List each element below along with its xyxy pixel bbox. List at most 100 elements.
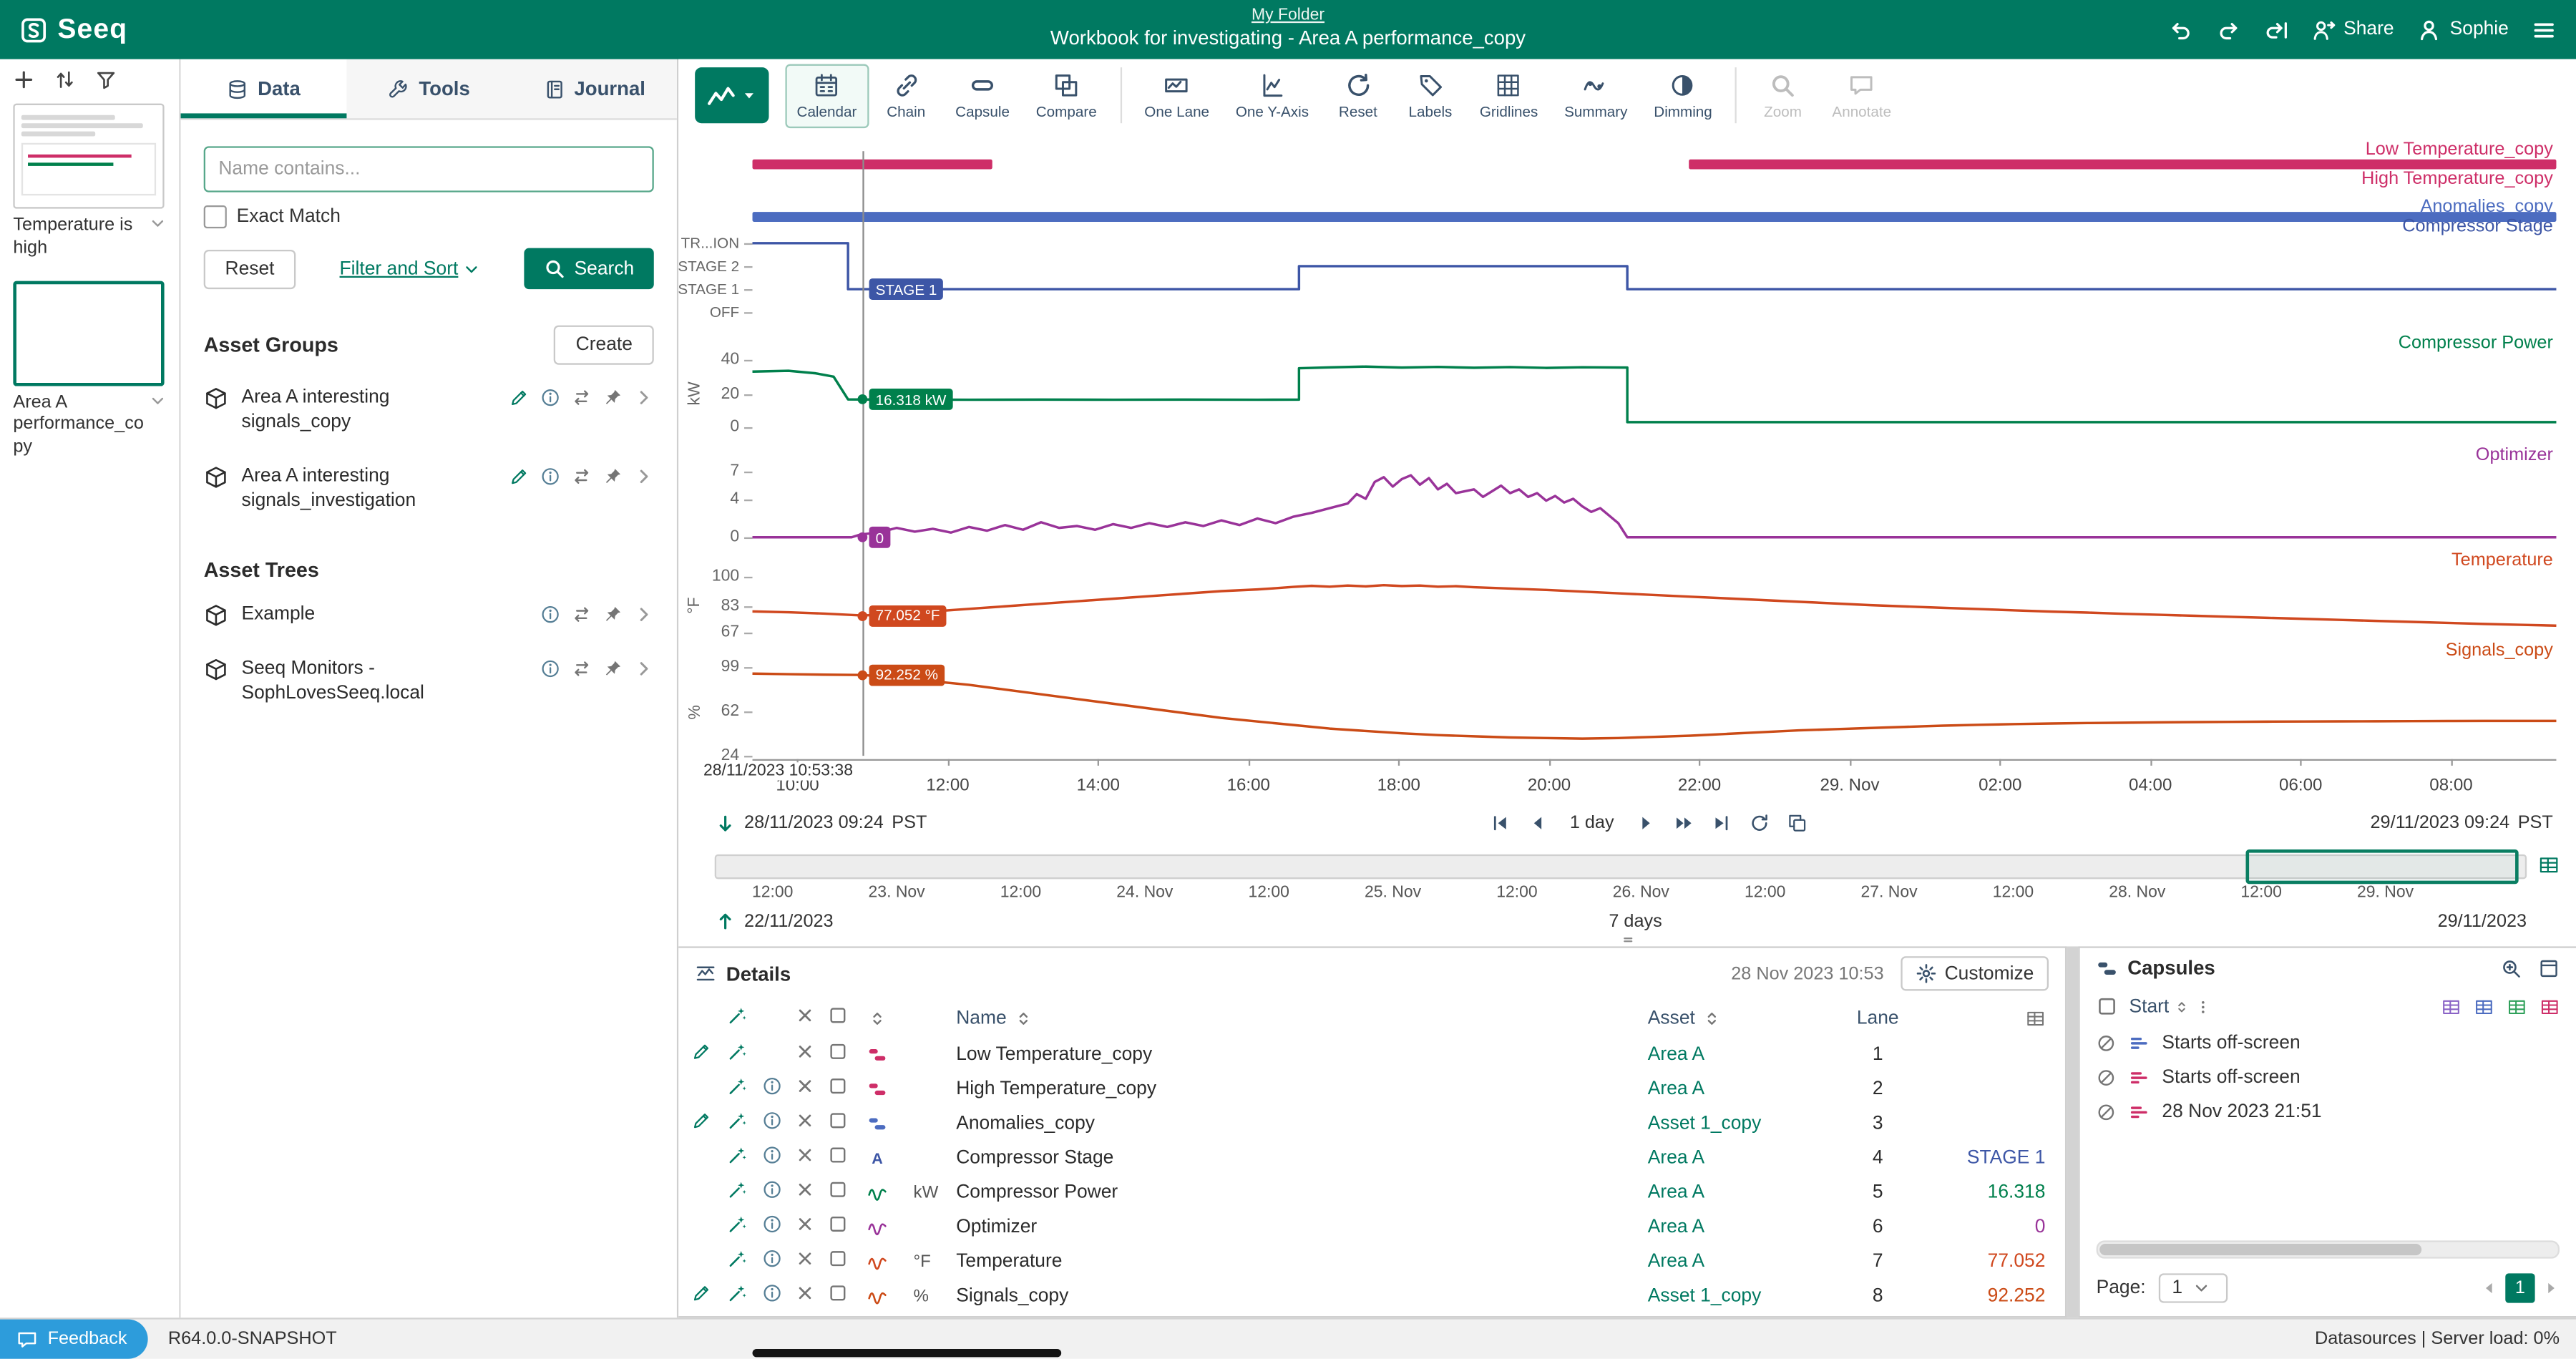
checkbox-icon[interactable] — [828, 1249, 848, 1269]
seeq-logo[interactable]: Seeq — [57, 13, 127, 46]
checkbox-icon[interactable] — [828, 1283, 848, 1303]
details-row-low-temperature-copy[interactable]: Low Temperature_copyArea A1 — [678, 1037, 2065, 1071]
column-menu-icon[interactable] — [2195, 998, 2212, 1015]
chevron-right-icon[interactable] — [634, 658, 654, 678]
capsule-row[interactable]: Starts off-screen — [2080, 1026, 2576, 1060]
chevron-right-icon[interactable] — [634, 388, 654, 408]
wand-icon[interactable] — [728, 1179, 748, 1199]
asset-link[interactable]: Area A — [1648, 1148, 1704, 1168]
asset-link[interactable]: Area A — [1648, 1251, 1704, 1271]
pencil-icon[interactable] — [509, 467, 530, 487]
close-x-icon[interactable] — [795, 1076, 815, 1096]
search-input[interactable] — [204, 146, 654, 192]
column-header-asset[interactable]: Asset — [1648, 1008, 1832, 1028]
details-row-anomalies-copy[interactable]: Anomalies_copyAsset 1_copy3 — [678, 1106, 2065, 1140]
capsules-scrollbar[interactable] — [2097, 1240, 2560, 1258]
asset-group-area-a-interesting-signals-investigation[interactable]: Area A interesting signals_investigation — [204, 450, 654, 529]
timeline-table-icon[interactable] — [2538, 854, 2560, 876]
select-all-capsules-checkbox[interactable] — [2097, 995, 2118, 1017]
breadcrumb-folder-link[interactable]: My Folder — [1252, 6, 1324, 24]
lane-label-temperature[interactable]: Temperature — [2451, 550, 2553, 572]
details-row-temperature[interactable]: °FTemperatureArea A777.052 — [678, 1244, 2065, 1278]
wand-icon[interactable] — [728, 1005, 748, 1026]
jump-forward-button[interactable] — [1675, 813, 1695, 833]
search-button[interactable]: Search — [523, 248, 653, 289]
wand-icon[interactable] — [728, 1249, 748, 1269]
view-selector-button[interactable] — [695, 67, 769, 123]
filter-worksheets-button[interactable] — [95, 69, 117, 90]
hamburger-menu[interactable] — [2532, 17, 2556, 42]
lane-label-high-temperature-copy[interactable]: High Temperature_copy — [2361, 169, 2553, 190]
lane-temperature[interactable]: 1008367°F77.052 °F — [753, 577, 2557, 633]
worksheet-item-temperature-is-high[interactable]: Temperature is high — [13, 104, 166, 260]
wand-icon[interactable] — [728, 1111, 748, 1131]
close-x-icon[interactable] — [795, 1214, 815, 1234]
step-forward-button[interactable] — [1637, 813, 1657, 833]
asset-link[interactable]: Area A — [1648, 1217, 1704, 1237]
info-icon[interactable] — [540, 658, 560, 678]
select-all-checkbox[interactable] — [828, 1005, 848, 1026]
toolbar-button-gridlines[interactable]: Gridlines — [1468, 63, 1550, 127]
capsule-column-icon[interactable] — [2540, 996, 2560, 1016]
info-icon[interactable] — [762, 1145, 782, 1165]
display-range-start[interactable]: 28/11/2023 09:24 PST — [715, 812, 927, 834]
checkbox-icon[interactable] — [828, 1214, 848, 1234]
lane-compressor-power[interactable]: 40200kW16.318 kW — [753, 360, 2557, 427]
investigate-bar[interactable]: 12:0023. Nov12:0024. Nov12:0025. Nov12:0… — [678, 842, 2576, 932]
column-header-name[interactable]: Name — [956, 1008, 1648, 1028]
exact-match-checkbox[interactable]: Exact Match — [204, 205, 654, 228]
lane-label-signals-copy[interactable]: Signals_copy — [2446, 640, 2553, 662]
remove-all-icon[interactable] — [795, 1005, 815, 1026]
share-button[interactable]: Share — [2311, 17, 2394, 42]
redo-button[interactable] — [2215, 17, 2240, 42]
timeline-selection[interactable] — [2247, 849, 2518, 884]
close-x-icon[interactable] — [795, 1249, 815, 1269]
reset-button[interactable]: Reset — [204, 249, 296, 288]
close-x-icon[interactable] — [795, 1179, 815, 1199]
next-page-button[interactable] — [2543, 1280, 2560, 1297]
tab-data[interactable]: Data — [181, 59, 346, 119]
pencil-icon[interactable] — [509, 388, 530, 408]
pencil-icon[interactable] — [692, 1042, 712, 1062]
value-column-icon[interactable] — [2026, 1008, 2046, 1028]
chevron-right-icon[interactable] — [634, 467, 654, 487]
details-row-signals-copy[interactable]: %Signals_copyAsset 1_copy892.252 — [678, 1278, 2065, 1312]
redo-all-button[interactable] — [2263, 17, 2288, 42]
lane-optimizer[interactable]: 7400 — [753, 472, 2557, 537]
toolbar-button-chain[interactable]: Chain — [872, 63, 940, 127]
asset-tree-seeq-monitors-sophlovesseeq-local[interactable]: Seeq Monitors - SophLovesSeeq.local — [204, 642, 654, 721]
filter-and-sort-link[interactable]: Filter and Sort — [309, 259, 510, 279]
pin-icon[interactable] — [603, 658, 623, 678]
capsule-column-icon[interactable] — [2507, 996, 2527, 1016]
capsule-bar[interactable] — [753, 160, 992, 170]
lane-label-compressor-stage[interactable]: Compressor Stage — [2402, 217, 2553, 238]
details-row-compressor-power[interactable]: kWCompressor PowerArea A516.318 — [678, 1175, 2065, 1209]
lane-compressor-stage[interactable]: TR...IONSTAGE 2STAGE 1OFFSTAGE 1 — [753, 243, 2557, 312]
close-x-icon[interactable] — [795, 1283, 815, 1303]
info-icon[interactable] — [540, 604, 560, 624]
send-range-up-icon[interactable] — [715, 910, 736, 932]
info-icon[interactable] — [762, 1179, 782, 1199]
tab-journal[interactable]: Journal — [512, 59, 677, 119]
user-menu[interactable]: Sophie — [2417, 17, 2509, 42]
asset-link[interactable]: Area A — [1648, 1078, 1704, 1099]
capsule-column-icon[interactable] — [2441, 996, 2462, 1016]
prev-page-button[interactable] — [2481, 1280, 2497, 1297]
toolbar-button-compare[interactable]: Compare — [1025, 63, 1108, 127]
asset-link[interactable]: Asset 1_copy — [1648, 1113, 1762, 1133]
wand-icon[interactable] — [728, 1283, 748, 1303]
column-header-start[interactable]: Start — [2129, 996, 2212, 1016]
info-icon[interactable] — [762, 1076, 782, 1096]
worksheet-thumbnail[interactable] — [13, 104, 164, 209]
swap-icon[interactable] — [572, 658, 592, 678]
feedback-button[interactable]: Feedback — [0, 1320, 148, 1359]
seeq-logo-icon[interactable] — [20, 16, 48, 44]
pin-icon[interactable] — [603, 388, 623, 408]
info-icon[interactable] — [540, 467, 560, 487]
info-icon[interactable] — [762, 1283, 782, 1303]
toolbar-button-dimming[interactable]: Dimming — [1642, 63, 1724, 127]
capsule-row[interactable]: Starts off-screen — [2080, 1060, 2576, 1094]
reorder-worksheets-button[interactable] — [54, 69, 76, 90]
display-range-end[interactable]: 29/11/2023 09:24 PST — [2370, 813, 2552, 833]
customize-button[interactable]: Customize — [1901, 956, 2049, 990]
